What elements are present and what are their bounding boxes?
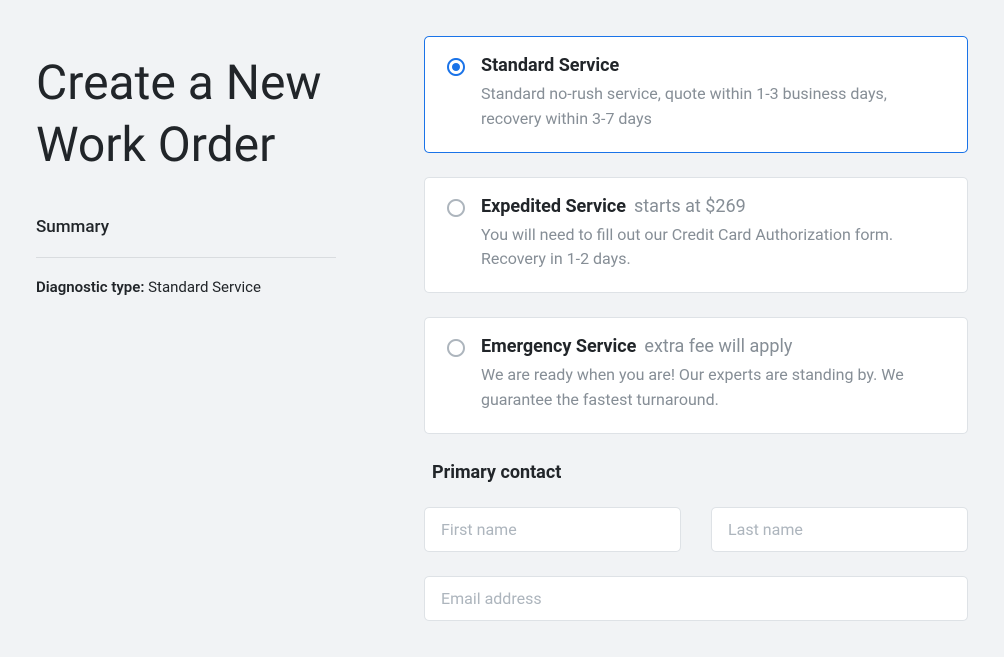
summary-diag-label: Diagnostic type: <box>36 278 144 296</box>
option-desc: Standard no-rush service, quote within 1… <box>481 82 945 132</box>
primary-contact-heading: Primary contact <box>432 462 968 483</box>
option-note: starts at $269 <box>634 196 746 217</box>
radio-icon <box>447 339 465 357</box>
option-desc: You will need to fill out our Credit Car… <box>481 223 945 273</box>
page-title: Create a New Work Order <box>36 52 376 177</box>
option-title: Expedited Service <box>481 196 626 217</box>
summary-diag-value: Standard Service <box>148 278 261 296</box>
option-title: Emergency Service <box>481 336 636 357</box>
option-emergency-service[interactable]: Emergency Service extra fee will apply W… <box>424 317 968 434</box>
option-expedited-service[interactable]: Expedited Service starts at $269 You wil… <box>424 177 968 294</box>
last-name-input[interactable] <box>711 507 968 552</box>
radio-icon <box>447 58 465 76</box>
option-title: Standard Service <box>481 55 619 76</box>
summary-heading: Summary <box>36 217 336 258</box>
summary-diagnostic-row: Diagnostic type: Standard Service <box>36 278 376 296</box>
first-name-input[interactable] <box>424 507 681 552</box>
option-note: extra fee will apply <box>644 336 792 357</box>
radio-icon <box>447 199 465 217</box>
option-standard-service[interactable]: Standard Service Standard no-rush servic… <box>424 36 968 153</box>
option-desc: We are ready when you are! Our experts a… <box>481 363 945 413</box>
email-input[interactable] <box>424 576 968 621</box>
